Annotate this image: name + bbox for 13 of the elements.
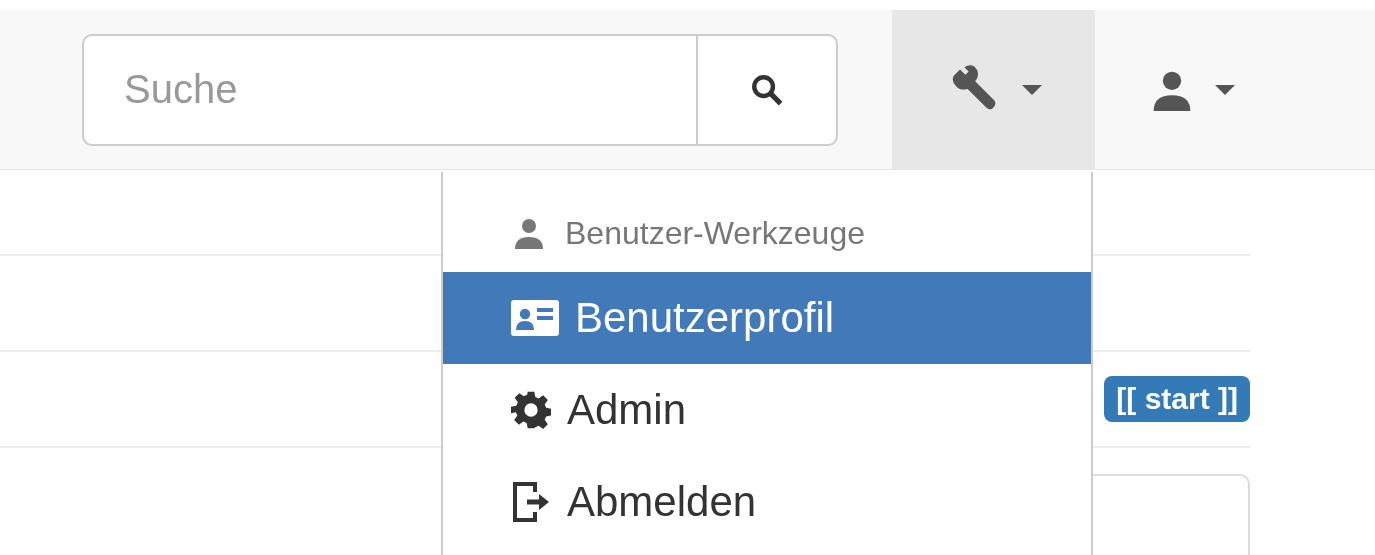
tools-menu-button[interactable] xyxy=(892,9,1095,170)
search-button[interactable] xyxy=(696,33,838,146)
search-icon xyxy=(750,72,784,107)
logout-icon xyxy=(511,480,551,524)
search-field[interactable]: Suche xyxy=(82,33,696,146)
caret-icon xyxy=(1021,84,1042,95)
page-link-badge[interactable]: [[ start ]] xyxy=(1104,376,1250,422)
menu-item[interactable]: Benutzerprofil xyxy=(443,272,1091,364)
id-card-icon xyxy=(511,300,559,336)
caret-icon xyxy=(1214,84,1235,95)
user-icon xyxy=(513,217,545,249)
menu-header: Benutzer-Werkzeuge xyxy=(565,214,865,252)
gear-icon xyxy=(511,390,551,430)
